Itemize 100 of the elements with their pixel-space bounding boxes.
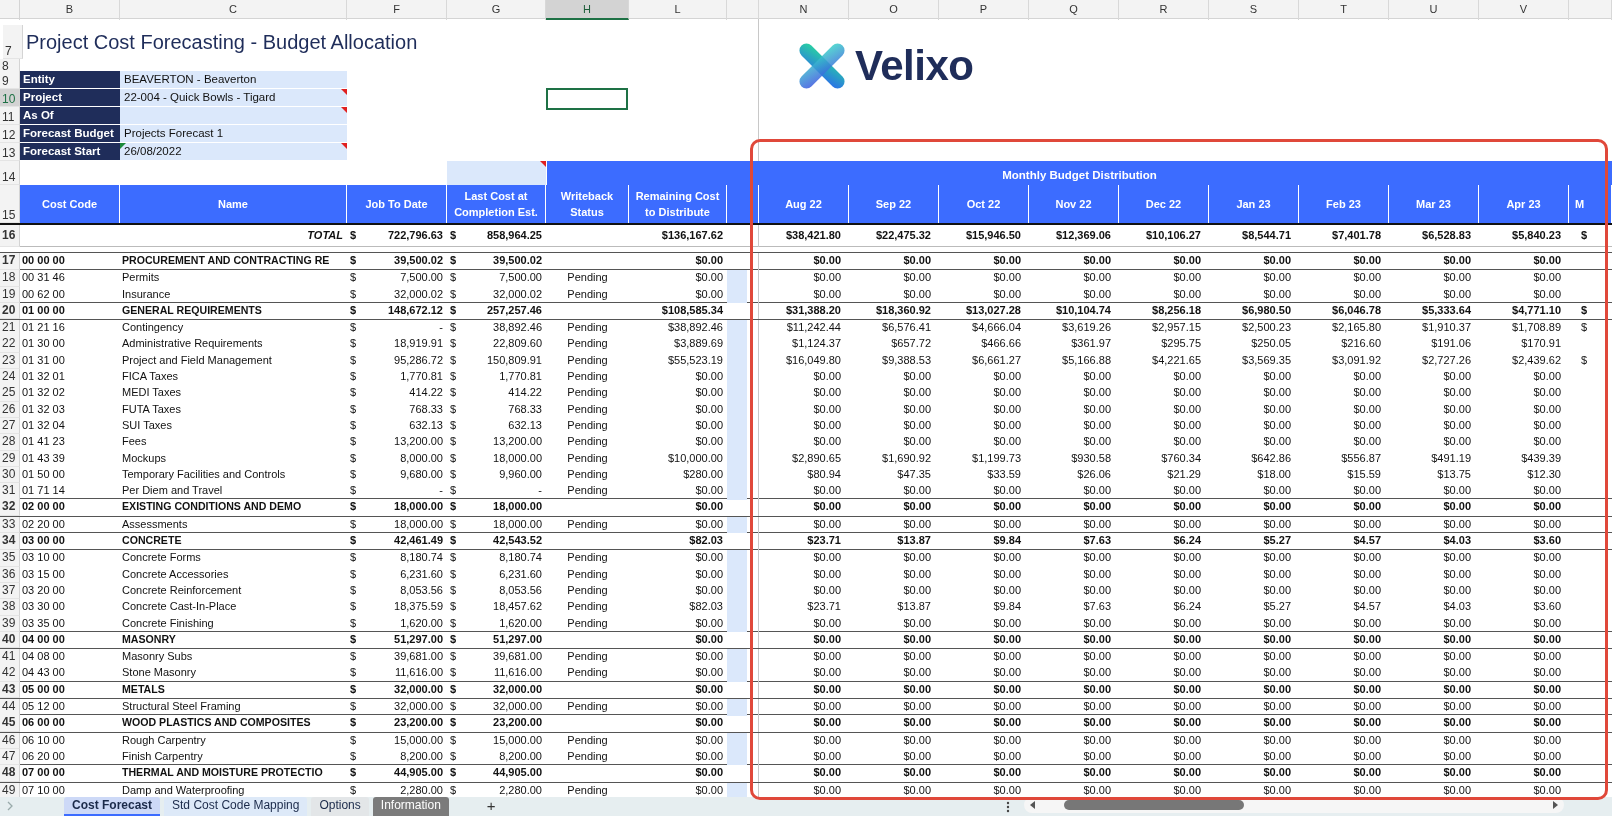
row-number[interactable]: 31 <box>0 483 20 500</box>
row-number[interactable]: 44 <box>0 699 20 716</box>
table-cell-text: $0.00 <box>812 434 842 450</box>
table-cell-text: $0.00 <box>1172 434 1202 450</box>
row-number[interactable]: 14 <box>0 161 20 185</box>
table-cell-text: $ 858,964.25 <box>449 228 543 243</box>
table-cell-text: $0.00 <box>1442 499 1472 515</box>
table-cell-text: $0.00 <box>1442 417 1472 433</box>
table-cell-text: $0.00 <box>694 582 724 598</box>
table-cell-text: PROCUREMENT AND CONTRACTING RE <box>121 253 331 268</box>
table-cell-text: $0.00 <box>902 434 932 450</box>
row-number[interactable]: 45 <box>0 715 20 732</box>
column-header[interactable]: P <box>939 0 1029 20</box>
status-text: Pending <box>567 650 608 663</box>
row-number[interactable]: 42 <box>0 665 20 682</box>
table-cell-text: $0.00 <box>1532 699 1562 714</box>
row-number[interactable]: 12 <box>0 125 20 143</box>
table-cell-text: $0.00 <box>812 748 842 764</box>
table-cell-text: Finish Carpentry <box>121 748 204 764</box>
row-number[interactable]: 16 <box>0 225 20 247</box>
row-number[interactable]: 28 <box>0 434 20 451</box>
row-number[interactable]: 18 <box>0 270 20 287</box>
row-number[interactable]: 32 <box>0 499 20 516</box>
row-number[interactable]: 34 <box>0 533 20 550</box>
sheet-tab[interactable]: Information <box>372 797 449 816</box>
table-cell-text: $0.00 <box>992 499 1022 515</box>
table-cell-text: $5,840.23 <box>1511 228 1562 243</box>
active-cell[interactable] <box>546 88 628 110</box>
sheet-tab[interactable]: Cost Forecast <box>64 797 161 816</box>
column-header[interactable]: S <box>1209 0 1299 20</box>
table-cell-text: $0.00 <box>1082 699 1112 714</box>
table-cell-text: $0.00 <box>992 732 1022 748</box>
row-number[interactable]: 15 <box>0 185 20 223</box>
row-number[interactable]: 9 <box>0 71 20 89</box>
column-header[interactable]: O <box>849 0 939 20</box>
field-value[interactable]: 26/08/2022 <box>120 143 347 161</box>
row-number[interactable]: 13 <box>0 143 20 161</box>
row-number[interactable]: 24 <box>0 369 20 386</box>
row-number[interactable]: 41 <box>0 649 20 666</box>
table-cell-text: $0.00 <box>992 253 1022 268</box>
row-number[interactable]: 21 <box>0 320 20 337</box>
field-value[interactable]: 22-004 - Quick Bowls - Tigard <box>120 89 347 107</box>
table-cell-text: $0.00 <box>902 566 932 582</box>
table-cell-text: $0.00 <box>694 782 724 798</box>
add-sheet-button[interactable]: + <box>480 797 502 814</box>
table-cell-text: $0.00 <box>1082 681 1112 697</box>
column-header[interactable]: B <box>20 0 120 20</box>
column-header[interactable]: N <box>759 0 849 20</box>
field-value[interactable] <box>120 107 347 125</box>
column-header[interactable]: R <box>1119 0 1209 20</box>
table-cell-text: $ 95,286.72 <box>349 352 444 368</box>
table-cell-text: $4.57 <box>1352 599 1382 615</box>
column-header[interactable]: H <box>546 0 629 20</box>
column-header[interactable]: V <box>1479 0 1569 20</box>
table-cell-text: $0.00 <box>1532 748 1562 764</box>
table-cell-text: $ 15,000.00 <box>449 732 543 748</box>
row-number[interactable]: 35 <box>0 550 20 567</box>
column-header[interactable]: C <box>120 0 347 20</box>
table-cell-text: 02 20 00 <box>21 516 66 532</box>
table-cell-text: $0.00 <box>1262 665 1292 681</box>
table-cell-text: $0.00 <box>1352 649 1382 665</box>
table-cell-text: $0.00 <box>1442 566 1472 582</box>
column-header[interactable]: U <box>1389 0 1479 20</box>
table-cell-text: Stone Masonry <box>121 665 197 681</box>
row-number[interactable]: 17 <box>0 253 20 270</box>
table-cell-text: $0.00 <box>992 434 1022 450</box>
table-cell-text: Concrete Reinforcement <box>121 582 243 598</box>
table-cell-text: $0.00 <box>1352 550 1382 566</box>
column-header[interactable]: F <box>347 0 447 20</box>
status-text: Pending <box>567 467 608 480</box>
column-header[interactable]: L <box>629 0 727 20</box>
table-cell-text: $0.00 <box>902 369 932 385</box>
row-number[interactable]: 38 <box>0 599 20 616</box>
field-value[interactable]: Projects Forecast 1 <box>120 125 347 143</box>
sheet-tab[interactable]: Options <box>311 797 369 816</box>
column-header[interactable]: T <box>1299 0 1389 20</box>
table-cell-text: $0.00 <box>694 499 724 515</box>
row-number[interactable]: 48 <box>0 765 20 782</box>
table-cell-text: $0.00 <box>1442 782 1472 798</box>
table-cell-text: $0.00 <box>1082 401 1112 417</box>
row-number[interactable]: 11 <box>0 107 20 125</box>
table-cell-text: CONCRETE <box>121 533 183 549</box>
more-icon[interactable] <box>1006 801 1010 813</box>
table-cell-text: Concrete Finishing <box>121 615 215 631</box>
sheet-tab[interactable]: Std Cost Code Mapping <box>164 797 308 816</box>
scroll-right-icon[interactable] <box>1552 801 1558 809</box>
table-cell-text: SUI Taxes <box>121 417 173 433</box>
column-header[interactable]: Q <box>1029 0 1119 20</box>
table-cell-text: $ 32,000.02 <box>449 286 543 302</box>
scroll-left-icon[interactable] <box>1030 801 1036 809</box>
status-text: Pending <box>567 567 608 580</box>
table-cell-text: $ 39,500.02 <box>449 253 543 268</box>
table-cell-text: $47.35 <box>896 466 932 482</box>
row-number[interactable]: 7 <box>3 25 23 59</box>
row-number[interactable]: 22 <box>0 336 20 353</box>
table-cell-text: Concrete Forms <box>121 550 202 566</box>
field-value[interactable]: BEAVERTON - Beaverton <box>120 71 347 89</box>
table-cell-text: $0.00 <box>1262 385 1292 401</box>
row-number[interactable]: 25 <box>0 385 20 402</box>
row-number[interactable]: 10 <box>0 89 20 107</box>
